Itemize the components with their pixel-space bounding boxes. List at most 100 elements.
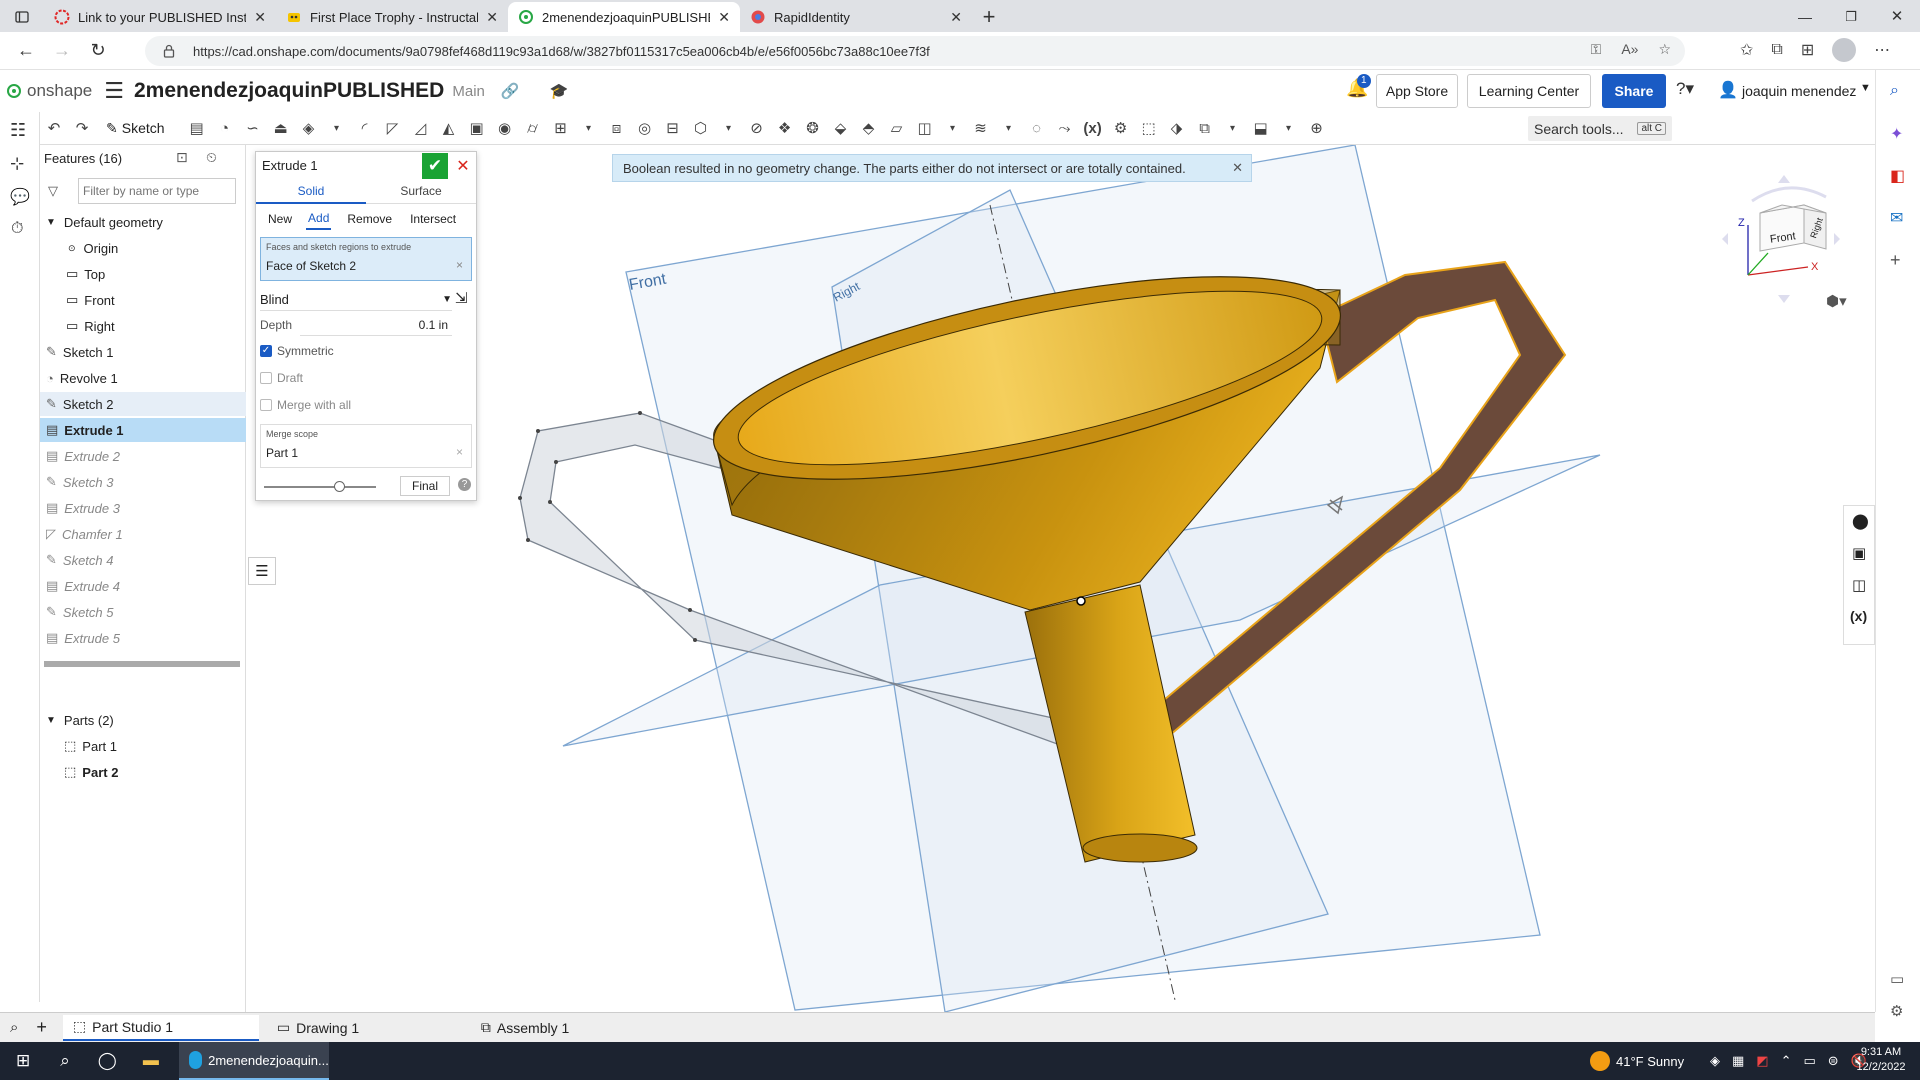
modify-fillet-icon[interactable]: ❖ bbox=[773, 116, 797, 140]
parts-group[interactable]: ▼ Parts (2) bbox=[40, 708, 246, 732]
sketch-point[interactable] bbox=[1076, 596, 1086, 606]
close-tab-icon[interactable]: ✕ bbox=[718, 9, 730, 26]
remove-selection-icon[interactable]: × bbox=[456, 445, 463, 459]
network-icon[interactable]: ⊜ bbox=[1828, 1053, 1839, 1069]
comments-icon[interactable]: 💬 bbox=[10, 187, 30, 207]
draft-checkbox-row[interactable]: Draft bbox=[260, 371, 303, 385]
onshape-brand[interactable]: onshape bbox=[27, 81, 92, 101]
plane-icon[interactable]: ▱ bbox=[885, 116, 909, 140]
graduation-cap-icon[interactable]: 🎓 bbox=[550, 82, 569, 100]
feature-extrude-5[interactable]: ▤ Extrude 5 bbox=[40, 626, 246, 650]
feature-sketch-2[interactable]: ✎ Sketch 2 bbox=[40, 392, 246, 416]
search-tools-input[interactable]: Search tools... alt C bbox=[1528, 116, 1672, 141]
thicken-icon[interactable]: ◈ bbox=[297, 116, 321, 140]
new-tab-button[interactable]: + bbox=[972, 2, 1006, 32]
final-button[interactable]: Final bbox=[400, 476, 450, 496]
view-cube[interactable]: Front Right Z X bbox=[1708, 157, 1848, 307]
hamburger-menu-icon[interactable]: ☰ bbox=[104, 78, 124, 104]
key-icon[interactable]: ⚿ bbox=[1591, 41, 1602, 58]
add-tab-icon[interactable]: + bbox=[36, 1017, 47, 1038]
checkbox-unchecked-icon[interactable] bbox=[260, 372, 272, 384]
weld-icon[interactable]: ⬗ bbox=[1165, 116, 1189, 140]
undo-icon[interactable]: ↶ bbox=[42, 116, 66, 140]
hole-icon[interactable]: ◉ bbox=[493, 116, 517, 140]
op-add[interactable]: Add bbox=[306, 208, 332, 230]
split-icon[interactable]: ⊟ bbox=[661, 116, 685, 140]
loft-icon[interactable]: ⏏ bbox=[269, 116, 293, 140]
variable-icon[interactable]: (x) bbox=[1081, 116, 1105, 140]
merge-all-checkbox-row[interactable]: Merge with all bbox=[260, 398, 351, 412]
sweep-icon[interactable]: ∽ bbox=[241, 116, 265, 140]
fit-spline-icon[interactable]: ◌ bbox=[1025, 116, 1049, 140]
part-2[interactable]: ⬚ Part 2 bbox=[40, 760, 246, 784]
notifications-button[interactable]: 🔔 1 bbox=[1346, 74, 1371, 102]
symmetric-checkbox-row[interactable]: ✓ Symmetric bbox=[260, 344, 334, 358]
dropdown-chevron-icon[interactable]: ▾ bbox=[325, 116, 349, 140]
move-face-icon[interactable]: ⬘ bbox=[857, 116, 881, 140]
sheet-metal-icon[interactable]: ⚙ bbox=[1109, 116, 1133, 140]
rollback-slider-thumb[interactable] bbox=[334, 481, 345, 492]
tray-icon[interactable]: ▦ bbox=[1732, 1053, 1744, 1069]
learning-center-button[interactable]: Learning Center bbox=[1467, 74, 1591, 108]
cancel-button[interactable]: ✕ bbox=[452, 154, 474, 178]
weather-widget[interactable]: 41°F Sunny bbox=[1590, 1051, 1684, 1071]
confirm-button[interactable]: ✔ bbox=[422, 153, 448, 179]
dropdown-chevron-icon[interactable]: ▾ bbox=[577, 116, 601, 140]
graphics-viewport[interactable]: Front Right Boolean resulted in no geome… bbox=[246, 145, 1875, 1012]
checkbox-checked-icon[interactable]: ✓ bbox=[260, 345, 272, 357]
favorites-icon[interactable]: ✩ bbox=[1740, 40, 1753, 60]
merge-scope-box[interactable]: Merge scope Part 1 × bbox=[260, 424, 472, 468]
feature-extrude-1[interactable]: ▤ Extrude 1 bbox=[40, 418, 246, 442]
derived-icon[interactable]: ⬓ bbox=[1249, 116, 1273, 140]
cylinder-icon[interactable]: ⌭ bbox=[521, 116, 545, 140]
settings-gear-icon[interactable]: ⚙ bbox=[1890, 1002, 1903, 1020]
configurations-icon[interactable]: ▣ bbox=[1852, 544, 1866, 562]
file-explorer-icon[interactable]: ▬ bbox=[143, 1052, 159, 1070]
default-geometry-group[interactable]: ▼ Default geometry bbox=[40, 210, 246, 234]
dropdown-chevron-icon[interactable]: ▾ bbox=[1277, 116, 1301, 140]
read-aloud-icon[interactable]: A» bbox=[1621, 41, 1638, 58]
redo-icon[interactable]: ↷ bbox=[70, 116, 94, 140]
filter-icon[interactable]: ▽ bbox=[48, 183, 58, 199]
clock[interactable]: 9:31 AM 12/2/2022 bbox=[1848, 1045, 1914, 1075]
insert-icon[interactable]: ⊹ bbox=[10, 154, 24, 174]
tab-drawing-1[interactable]: ▭ Drawing 1 bbox=[267, 1015, 463, 1041]
tab-solid[interactable]: Solid bbox=[256, 180, 366, 204]
more-options-icon[interactable]: ⋯ bbox=[1874, 40, 1890, 60]
display-icon[interactable]: ▭ bbox=[1804, 1053, 1816, 1069]
user-icon[interactable]: 👤 bbox=[1718, 80, 1738, 100]
user-name[interactable]: joaquin menendez bbox=[1742, 83, 1856, 99]
dropdown-chevron-icon[interactable]: ▾ bbox=[941, 116, 965, 140]
end-type-select[interactable]: Blind ▼ bbox=[260, 289, 452, 311]
pattern-icon[interactable]: ⊞ bbox=[549, 116, 573, 140]
search-tabs-icon[interactable]: ⌕ bbox=[10, 1019, 18, 1036]
op-remove[interactable]: Remove bbox=[345, 209, 394, 229]
sketch-button[interactable]: ✎ Sketch bbox=[106, 120, 165, 137]
tray-icon[interactable]: ◩ bbox=[1756, 1053, 1768, 1069]
appearance-icon[interactable]: ⬤ bbox=[1852, 512, 1869, 530]
flip-direction-icon[interactable]: ⇲ bbox=[455, 289, 468, 307]
minimize-button[interactable]: — bbox=[1782, 2, 1828, 32]
tray-overflow-icon[interactable]: ⌃ bbox=[1781, 1053, 1792, 1069]
view-options-icon[interactable]: ⬢▾ bbox=[1826, 292, 1847, 310]
toggle-list-icon[interactable]: ☰ bbox=[248, 557, 276, 585]
revolve-icon[interactable]: ◔ bbox=[213, 116, 237, 140]
app-store-button[interactable]: App Store bbox=[1376, 74, 1458, 108]
feature-extrude-4[interactable]: ▤ Extrude 4 bbox=[40, 574, 246, 598]
add-sidebar-icon[interactable]: + bbox=[1890, 250, 1901, 271]
close-tab-icon[interactable]: ✕ bbox=[254, 9, 266, 26]
transform-icon[interactable]: ⬡ bbox=[689, 116, 713, 140]
search-icon[interactable]: ⌕ bbox=[60, 1051, 70, 1071]
feature-origin[interactable]: ⊙ Origin bbox=[40, 236, 246, 260]
branch-label[interactable]: Main bbox=[452, 83, 485, 100]
rollback-slider-track[interactable] bbox=[264, 486, 376, 488]
named-views-icon[interactable]: ◫ bbox=[1852, 576, 1866, 594]
shell-icon[interactable]: ▣ bbox=[465, 116, 489, 140]
depth-input[interactable]: 0.1 in bbox=[300, 314, 452, 336]
routing-curve-icon[interactable]: ⤳ bbox=[1053, 116, 1077, 140]
help-icon[interactable]: ?▾ bbox=[1676, 79, 1694, 99]
feature-front-plane[interactable]: ▭ Front bbox=[40, 288, 246, 312]
add-custom-feature-icon[interactable]: ⊕ bbox=[1305, 116, 1329, 140]
add-folder-icon[interactable]: ⊡ bbox=[176, 149, 188, 166]
feature-list-icon[interactable]: ☷ bbox=[10, 120, 26, 141]
